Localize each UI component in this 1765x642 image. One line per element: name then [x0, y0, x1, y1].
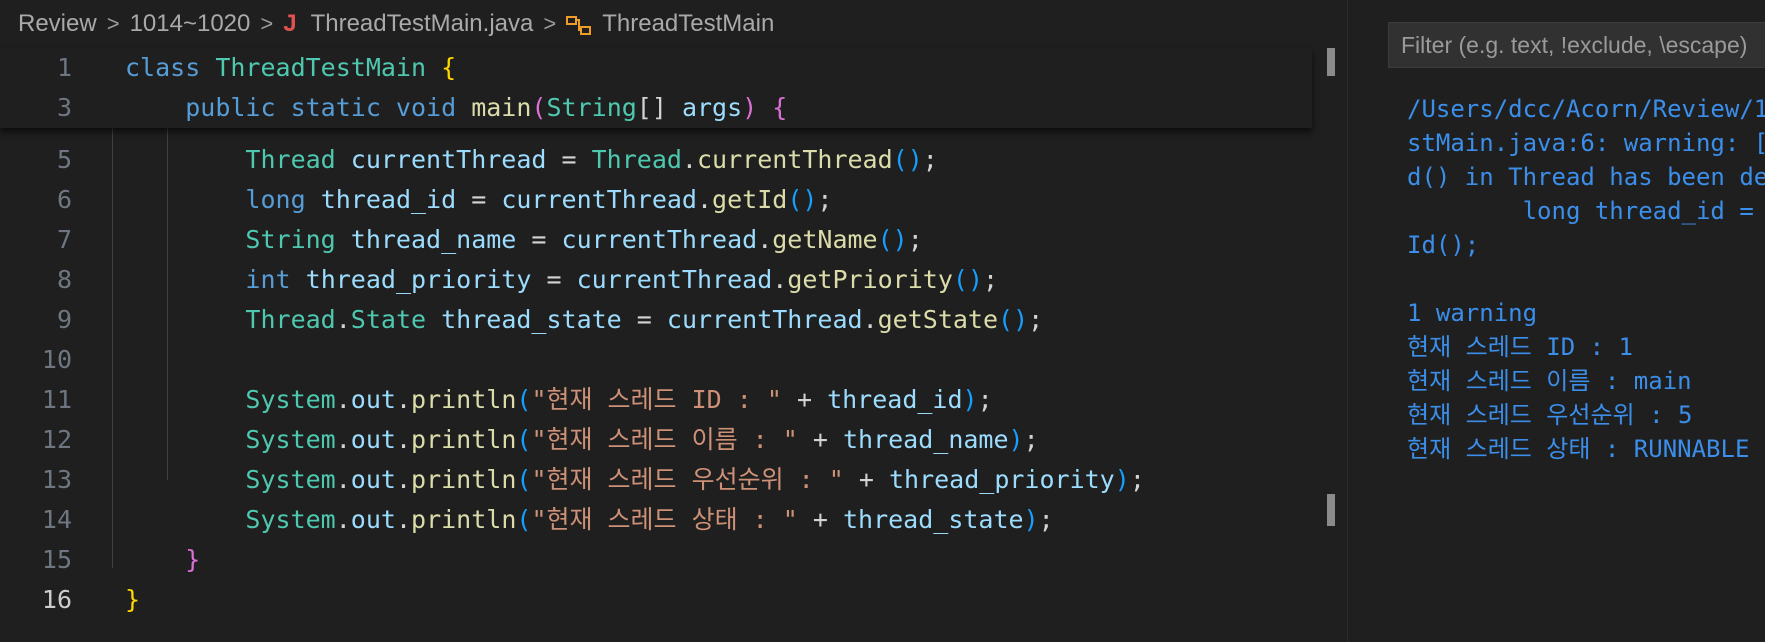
code-line[interactable]: 15 } [0, 540, 1320, 580]
code-line[interactable]: 3 public static void main(String[] args)… [0, 88, 1320, 128]
line-number: 1 [56, 53, 72, 82]
line-number: 14 [41, 505, 72, 534]
output-line: stMain.java:6: warning: [ [1407, 129, 1765, 157]
output-panel: Filter (e.g. text, !exclude, \escape) /U… [1347, 0, 1765, 642]
line-text: System.out.println("현재 스레드 ID : " + thre… [245, 385, 993, 414]
line-text: int thread_priority = currentThread.getP… [245, 265, 999, 294]
output-text: /Users/dcc/Acorn/Review/1 stMain.java:6: … [1407, 92, 1765, 466]
code-line[interactable]: 13 System.out.println("현재 스레드 우선순위 : " +… [0, 460, 1320, 500]
code-line[interactable]: 12 System.out.println("현재 스레드 이름 : " + t… [0, 420, 1320, 460]
breadcrumb-folder-1014-1020[interactable]: 1014~1020 [130, 10, 251, 38]
output-line: 현재 스레드 우선순위 : 5 [1407, 401, 1693, 429]
line-text: long thread_id = currentThread.getId(); [245, 185, 833, 214]
line-number: 8 [56, 265, 72, 294]
code-line[interactable]: 9 Thread.State thread_state = currentThr… [0, 300, 1320, 340]
line-number: 12 [41, 425, 72, 454]
code-line[interactable]: 10 [0, 340, 1320, 380]
output-line: long thread_id = [1407, 197, 1754, 225]
breadcrumb-class[interactable]: ThreadTestMain [602, 10, 774, 38]
line-number: 7 [56, 225, 72, 254]
code-editor[interactable]: Review > 1014~1020 > J ThreadTestMain.ja… [0, 0, 1345, 642]
code-line[interactable]: 14 System.out.println("현재 스레드 상태 : " + t… [0, 500, 1320, 540]
output-line: 현재 스레드 이름 : main [1407, 367, 1692, 395]
line-number: 9 [56, 305, 72, 334]
line-text: class ThreadTestMain { [125, 53, 457, 82]
chevron-right-icon: > [106, 11, 120, 36]
scrollbar-marker[interactable] [1327, 48, 1335, 76]
line-text: String thread_name = currentThread.getNa… [245, 225, 923, 254]
chevron-right-icon: > [260, 11, 274, 36]
line-number: 5 [56, 145, 72, 174]
line-text: Thread currentThread = Thread.currentThr… [245, 145, 938, 174]
output-line: 현재 스레드 상태 : RUNNABLE [1407, 435, 1750, 463]
line-number: 13 [41, 465, 72, 494]
java-file-icon: J [283, 10, 297, 37]
code-line[interactable]: 5 Thread currentThread = Thread.currentT… [0, 140, 1320, 180]
code-line[interactable]: 7 String thread_name = currentThread.get… [0, 220, 1320, 260]
output-line: 1 warning [1407, 299, 1538, 327]
output-line: Id(); [1407, 231, 1480, 259]
line-number: 11 [41, 385, 72, 414]
line-text: System.out.println("현재 스레드 이름 : " + thre… [245, 425, 1039, 454]
scrollbar-marker[interactable] [1327, 494, 1335, 526]
line-number: 16 [41, 585, 72, 614]
output-line: d() in Thread has been de [1407, 163, 1765, 191]
line-text: System.out.println("현재 스레드 우선순위 : " + th… [245, 465, 1145, 494]
breadcrumb-file[interactable]: ThreadTestMain.java [311, 10, 534, 38]
line-text: } [185, 545, 201, 574]
output-line: 현재 스레드 ID : 1 [1407, 333, 1633, 361]
line-text: } [125, 585, 141, 614]
output-line: /Users/dcc/Acorn/Review/1 [1407, 95, 1765, 123]
line-text: public static void main(String[] args) { [185, 93, 788, 122]
class-symbol-icon [566, 15, 592, 37]
line-number: 6 [56, 185, 72, 214]
line-number: 10 [41, 345, 72, 374]
breadcrumb-folder-review[interactable]: Review [18, 10, 97, 38]
line-number: 15 [41, 545, 72, 574]
chevron-right-icon: > [543, 11, 557, 36]
code-line[interactable]: 11 System.out.println("현재 스레드 ID : " + t… [0, 380, 1320, 420]
line-text: Thread.State thread_state = currentThrea… [245, 305, 1044, 334]
output-filter-input[interactable]: Filter (e.g. text, !exclude, \escape) [1388, 22, 1765, 68]
breadcrumb: Review > 1014~1020 > J ThreadTestMain.ja… [0, 0, 1345, 48]
code-line[interactable]: 16} [0, 580, 1320, 620]
code-line[interactable]: 6 long thread_id = currentThread.getId()… [0, 180, 1320, 220]
code-line[interactable]: 8 int thread_priority = currentThread.ge… [0, 260, 1320, 300]
line-number: 3 [56, 93, 72, 122]
line-text: System.out.println("현재 스레드 상태 : " + thre… [245, 505, 1054, 534]
code-line[interactable]: 1 class ThreadTestMain { [0, 48, 1320, 88]
